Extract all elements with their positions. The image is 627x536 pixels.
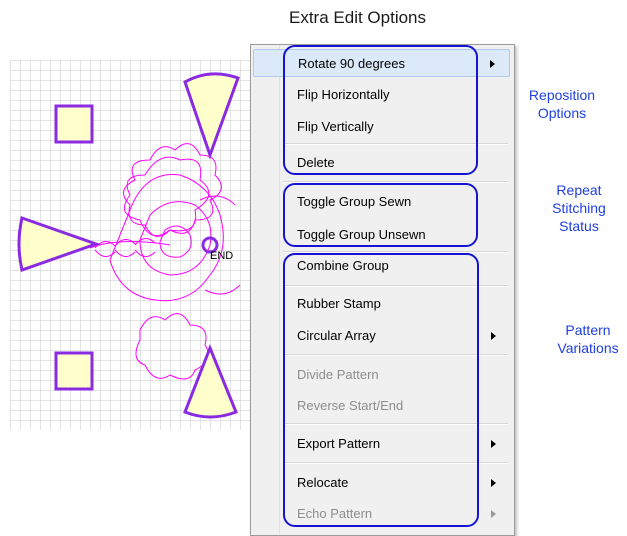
annotation-line: Reposition [528, 87, 596, 103]
annotation-line: Stitching [552, 200, 606, 216]
reposition-group-outline [283, 45, 478, 175]
reposition-options-annotation: Reposition Options [519, 86, 605, 122]
repeat-group-outline [283, 183, 478, 247]
submenu-arrow-icon [491, 479, 496, 487]
submenu-arrow-icon [491, 510, 496, 518]
submenu-arrow-icon [491, 332, 496, 340]
quilting-canvas[interactable]: END [0, 40, 260, 440]
submenu-arrow-icon [491, 440, 496, 448]
annotation-line: Repeat [556, 182, 602, 198]
annotation-line: Status [559, 218, 599, 234]
repeat-stitching-annotation: Repeat Stitching Status [542, 181, 616, 235]
square-top [54, 104, 94, 144]
annotation-line: Pattern [565, 322, 611, 338]
pattern-group-outline [283, 253, 479, 527]
annotation-line: Variations [557, 340, 619, 356]
annotation-line: Options [537, 105, 587, 121]
square-bottom [54, 351, 94, 391]
page-title: Extra Edit Options [289, 8, 427, 27]
pattern-variations-annotation: Pattern Variations [548, 321, 627, 357]
submenu-arrow-icon [490, 60, 495, 68]
end-label: END [210, 250, 233, 262]
